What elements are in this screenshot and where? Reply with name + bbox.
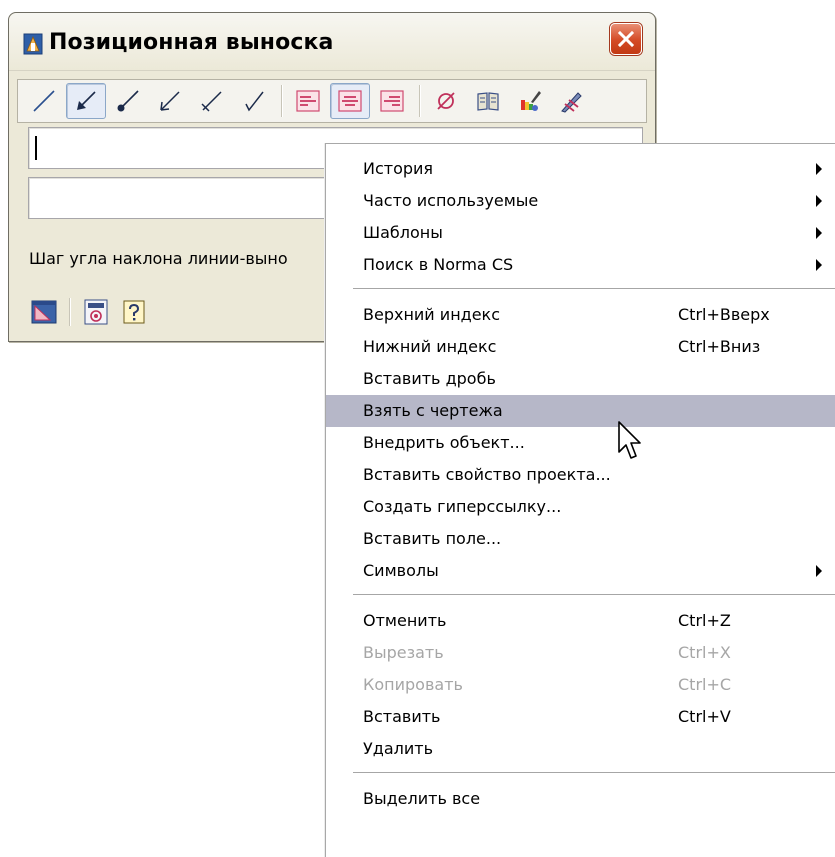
menu-item: Копировать Ctrl+C (326, 669, 835, 701)
align-center-button[interactable] (330, 83, 370, 119)
drawing-settings-icon (31, 300, 57, 324)
book-icon (477, 92, 499, 111)
menu-separator (353, 594, 835, 596)
menu-separator (353, 772, 835, 774)
angle-step-label: Шаг угла наклона линии-выно (29, 249, 288, 268)
menu-separator (353, 288, 835, 290)
paint-brush-icon (521, 91, 541, 111)
menu-item-shortcut: Ctrl+V (678, 707, 731, 726)
menu-item[interactable]: Внедрить объект... (326, 427, 835, 459)
text-caret (35, 136, 37, 160)
menu-item-shortcut: Ctrl+X (678, 643, 731, 662)
menu-item[interactable]: Символы (326, 555, 835, 587)
close-icon (617, 30, 635, 48)
diameter-button[interactable] (426, 83, 466, 119)
window-title: Позиционная выноска (49, 30, 334, 55)
menu-item[interactable]: Вставить свойство проекта... (326, 459, 835, 491)
menu-item[interactable]: История (326, 153, 835, 185)
menu-item-label: История (363, 159, 434, 178)
app-icon (23, 33, 43, 55)
line-style-tick-button[interactable] (192, 83, 232, 119)
submenu-arrow-icon (816, 195, 822, 207)
menu-item-label: Вырезать (363, 643, 444, 662)
menu-item-label: Вставить (363, 707, 441, 726)
submenu-arrow-icon (816, 259, 822, 271)
line-style-dot-button[interactable] (108, 83, 148, 119)
menu-item-shortcut: Ctrl+Z (678, 611, 731, 630)
menu-item-label: Удалить (363, 739, 433, 758)
line-style-plain-button[interactable] (24, 83, 64, 119)
menu-item-shortcut: Ctrl+C (678, 675, 732, 694)
help-button[interactable] (119, 297, 149, 327)
line-style-open-arrow-button[interactable] (150, 83, 190, 119)
menu-item-label: Символы (363, 561, 439, 580)
bottom-toolbar (29, 295, 157, 329)
title-bar[interactable]: Позиционная выноска (9, 13, 655, 71)
menu-item-label: Выделить все (363, 789, 481, 808)
toolbar-separator (281, 85, 283, 117)
menu-item[interactable]: Часто используемые (326, 185, 835, 217)
drawing-settings-button[interactable] (29, 297, 59, 327)
menu-item[interactable]: Взять с чертежа (326, 395, 835, 427)
menu-item[interactable]: Вставить поле... (326, 523, 835, 555)
menu-item-label: Поиск в Norma CS (363, 255, 514, 274)
align-left-button[interactable] (288, 83, 328, 119)
menu-item: Вырезать Ctrl+X (326, 637, 835, 669)
line-style-dot-icon (117, 90, 139, 112)
menu-item[interactable]: Нижний индекс Ctrl+Вниз (326, 331, 835, 363)
help-icon (123, 300, 145, 324)
menu-item-label: Верхний индекс (363, 305, 501, 324)
line-style-arrow-icon (77, 91, 96, 110)
align-left-icon (296, 90, 320, 112)
line-style-tick-icon (201, 91, 222, 112)
pen-button[interactable] (552, 83, 592, 119)
toolbar-separator (419, 85, 421, 117)
menu-item-shortcut: Ctrl+Вниз (678, 337, 761, 356)
menu-item[interactable]: Вставить Ctrl+V (326, 701, 835, 733)
mouse-cursor-icon (618, 421, 641, 459)
bottom-toolbar-separator (69, 298, 71, 326)
menu-item[interactable]: Поиск в Norma CS (326, 249, 835, 281)
menu-item[interactable]: Удалить (326, 733, 835, 765)
line-style-plain-icon (33, 90, 55, 112)
pen-color-icon (561, 92, 582, 113)
leader-style-toolbar (17, 79, 647, 123)
menu-item-label: Вставить дробь (363, 369, 496, 388)
submenu-arrow-icon (816, 227, 822, 239)
menu-item-label: Внедрить объект... (363, 433, 525, 452)
gost-standard-icon (84, 299, 108, 325)
menu-item[interactable]: Вставить дробь (326, 363, 835, 395)
context-menu: История Часто используемые Шаблоны Поиск в … (325, 143, 835, 857)
paint-button[interactable] (510, 83, 550, 119)
align-center-icon (338, 90, 362, 112)
menu-item[interactable]: Отменить Ctrl+Z (326, 605, 835, 637)
diameter-icon (437, 92, 455, 110)
menu-item-label: Создать гиперссылку... (363, 497, 562, 516)
menu-item-label: Нижний индекс (363, 337, 497, 356)
line-style-open-arrow-icon (160, 91, 180, 111)
submenu-arrow-icon (816, 565, 822, 577)
align-right-button[interactable] (372, 83, 412, 119)
line-style-check-button[interactable] (234, 83, 274, 119)
library-button[interactable] (468, 83, 508, 119)
line-style-arrow-button[interactable] (66, 83, 106, 119)
gost-button[interactable] (81, 297, 111, 327)
menu-item-label: Часто используемые (363, 191, 539, 210)
menu-item[interactable]: Выделить все (326, 783, 835, 815)
menu-item[interactable]: Верхний индекс Ctrl+Вверх (326, 299, 835, 331)
submenu-arrow-icon (816, 163, 822, 175)
menu-item-label: Копировать (363, 675, 463, 694)
menu-item-label: Взять с чертежа (363, 401, 503, 420)
menu-item[interactable]: Шаблоны (326, 217, 835, 249)
line-style-check-icon (245, 91, 264, 112)
menu-item-label: Отменить (363, 611, 447, 630)
menu-item-shortcut: Ctrl+Вверх (678, 305, 770, 324)
menu-item[interactable]: Создать гиперссылку... (326, 491, 835, 523)
close-button[interactable] (610, 23, 642, 55)
menu-item-label: Шаблоны (363, 223, 443, 242)
menu-item-label: Вставить поле... (363, 529, 502, 548)
align-right-icon (380, 90, 404, 112)
menu-item-label: Вставить свойство проекта... (363, 465, 611, 484)
